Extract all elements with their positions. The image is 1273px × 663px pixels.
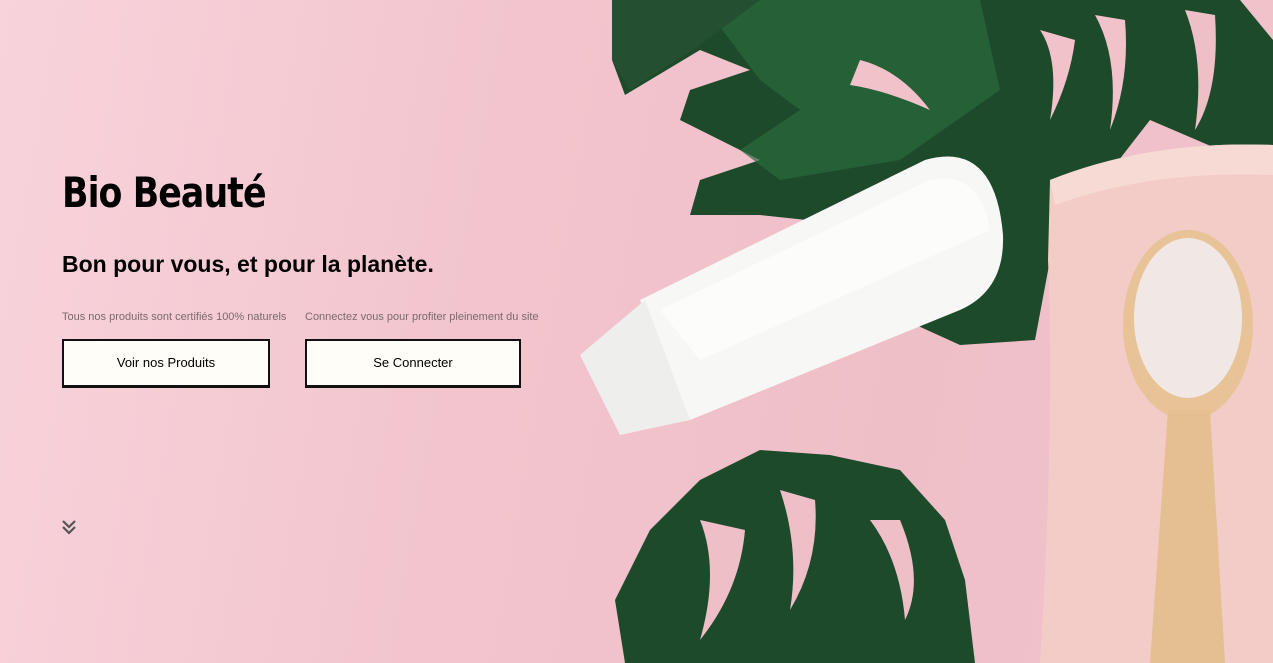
view-products-button[interactable]: Voir nos Produits xyxy=(62,339,270,388)
monstera-leaf-bottom xyxy=(615,450,975,663)
products-cta: Tous nos produits sont certifiés 100% na… xyxy=(62,311,287,388)
double-chevron-down-icon[interactable] xyxy=(61,518,77,536)
brand-title: Bio Beauté xyxy=(62,168,267,217)
login-hint: Connectez vous pour profiter pleinement … xyxy=(305,311,539,323)
login-button[interactable]: Se Connecter xyxy=(305,339,521,388)
hero-tagline: Bon pour vous, et pour la planète. xyxy=(62,251,434,277)
login-cta: Connectez vous pour profiter pleinement … xyxy=(305,311,565,388)
products-hint: Tous nos produits sont certifiés 100% na… xyxy=(62,311,287,323)
